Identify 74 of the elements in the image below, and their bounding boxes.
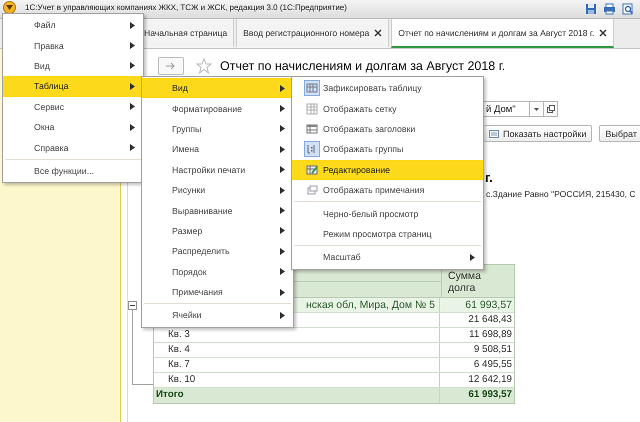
arrow-icon <box>166 62 176 70</box>
caret-icon <box>280 207 285 214</box>
caret-icon <box>280 84 285 92</box>
column-header: Сумма долга <box>447 269 482 296</box>
caret-icon <box>280 227 285 234</box>
form-icon <box>489 130 499 138</box>
save-icon[interactable] <box>585 3 597 15</box>
menu-item[interactable]: Вид <box>142 78 293 98</box>
star-icon[interactable] <box>196 58 212 74</box>
caret-icon <box>6 5 13 10</box>
table-cell-text: 61 993,57 <box>467 388 513 402</box>
table-cell-text: 61 993,57 <box>464 298 513 312</box>
print-icon[interactable] <box>603 3 616 15</box>
menu-item[interactable]: Справка <box>3 137 143 158</box>
report-heading: г. <box>485 170 494 185</box>
menu-item[interactable]: Настройки печати <box>142 160 293 180</box>
caret-icon <box>280 125 285 132</box>
close-icon[interactable] <box>599 28 608 36</box>
menu-item[interactable]: Имена <box>142 139 293 160</box>
menu-item[interactable]: Зафиксировать таблицу <box>292 78 483 98</box>
menu-item[interactable]: Порядок <box>142 262 293 282</box>
report-subtitle: с.Здание Равно "РОССИЯ, 215430, С <box>486 189 637 199</box>
table-cell-text: 9 508,51 <box>472 343 513 357</box>
table-cell-text: 11 698,89 <box>468 328 513 342</box>
menu-item[interactable]: Масштаб <box>292 247 483 268</box>
tab[interactable]: Отчет по начислениям и долгам за Август 2018 г. <box>391 19 614 48</box>
caret-icon <box>280 312 285 319</box>
menu-item[interactable]: Отображать заголовки <box>292 118 483 140</box>
menu-item[interactable]: Вид <box>3 56 143 76</box>
caret-icon <box>280 268 285 276</box>
table-cell-text: 12 642,19 <box>467 373 513 387</box>
menu-item[interactable]: Рисунки <box>142 180 293 200</box>
menu-item[interactable]: Отображать сетку <box>292 98 483 119</box>
page-title: Отчет по начислениям и долгам за Август 2018 г. <box>220 59 506 73</box>
tab-label: Ввод регистрационного номера <box>243 28 370 38</box>
caret-icon <box>280 186 285 194</box>
menu-item[interactable]: Черно-белый просмотр <box>292 203 483 224</box>
table-cell: Кв. 7 <box>154 358 440 372</box>
caret-icon <box>280 248 285 255</box>
tab-label: Отчет по начислениям и долгам за Август 2018 г. <box>398 28 594 38</box>
menu-item[interactable]: Распределить <box>142 241 293 262</box>
menu-item[interactable]: Группы <box>142 118 293 140</box>
caret-icon <box>280 105 285 112</box>
table-cell: Кв. 10 <box>154 373 440 387</box>
preview-icon[interactable] <box>622 3 634 15</box>
forward-button[interactable] <box>158 57 184 75</box>
caret-icon <box>280 146 285 153</box>
tab[interactable]: Ввод регистрационного номера <box>236 19 390 48</box>
close-icon[interactable] <box>374 28 382 36</box>
caret-icon <box>534 108 539 110</box>
menu-item[interactable]: Выравнивание <box>142 200 293 221</box>
caret-icon <box>280 288 285 296</box>
table-cell: Итого <box>154 388 440 403</box>
menu-item[interactable]: Редактирование <box>292 160 483 180</box>
table-cell-text: 6 495,55 <box>472 358 513 372</box>
settings-button[interactable]: Показать настройки <box>484 125 592 142</box>
window-title: 1С:Учет в управляющих компаниях ЖКХ, ТСЖ и ЖСК, редакция 3.0 (1С:Предприятие) <box>25 2 348 12</box>
menu-item[interactable]: Режим просмотра страниц <box>292 224 483 244</box>
caret-icon <box>280 166 285 174</box>
table-cell-text: 21 648,43 <box>467 313 513 327</box>
menu-item[interactable]: Форматирование <box>142 98 293 119</box>
menu-item[interactable]: Сервис <box>3 96 143 117</box>
table-cell: Кв. 4 <box>154 343 440 357</box>
menu-item[interactable]: Все функции... <box>3 160 143 182</box>
menu-item[interactable]: Таблица <box>3 76 143 97</box>
menu-item[interactable]: Отображать группы <box>292 139 483 160</box>
menu-item[interactable]: Окна <box>3 116 143 138</box>
open-button[interactable] <box>544 101 558 117</box>
dropdown-button[interactable] <box>530 101 544 117</box>
select-button[interactable]: Выбрат <box>599 125 640 142</box>
menu-item[interactable]: Размер <box>142 220 293 242</box>
windows-icon <box>546 105 554 113</box>
menu-item[interactable]: Отображать примечания <box>292 180 483 200</box>
tab-label: Начальная страница <box>144 28 228 38</box>
